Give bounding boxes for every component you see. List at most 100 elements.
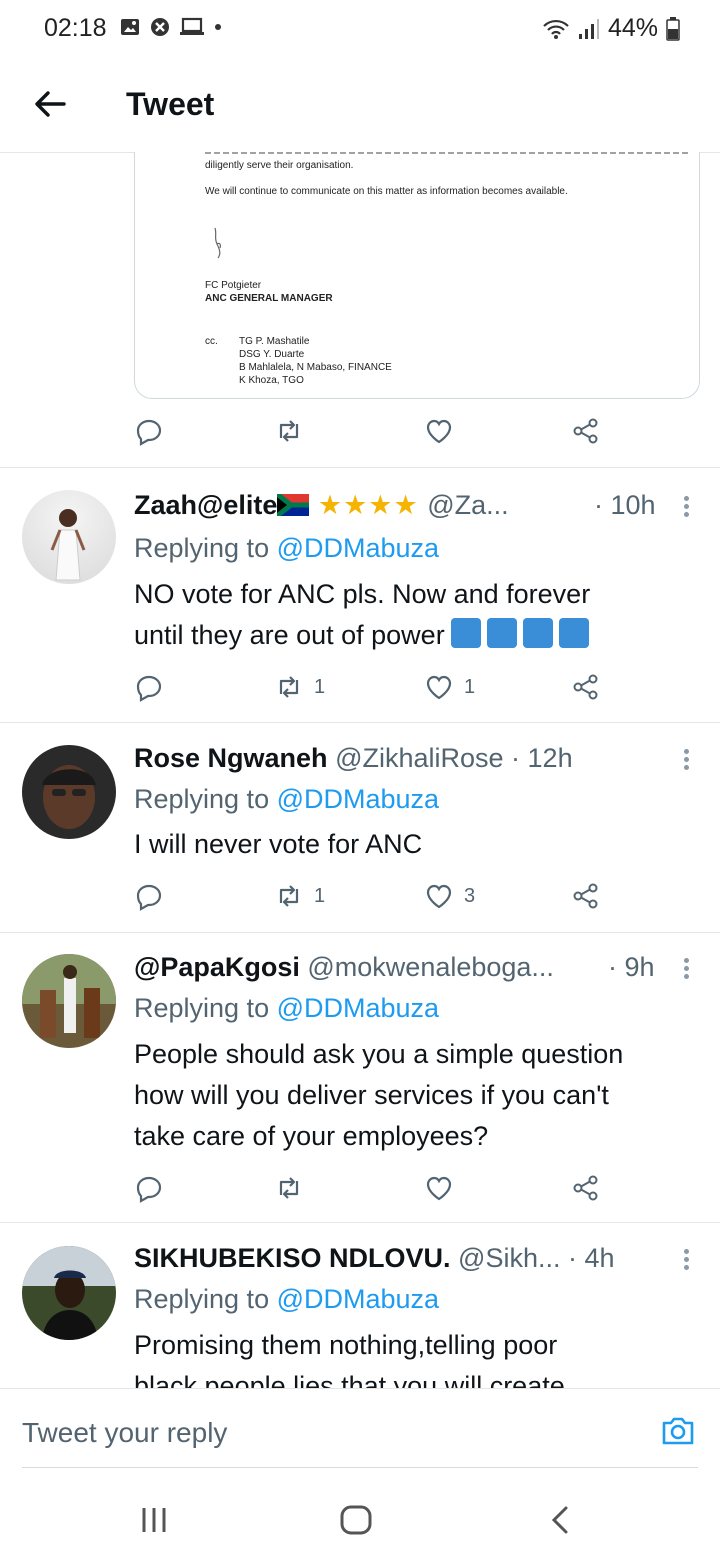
gallery-icon — [121, 19, 139, 35]
share-icon — [573, 1175, 598, 1201]
back-arrow-icon[interactable] — [30, 84, 70, 124]
replying-prefix: Replying to — [134, 784, 270, 814]
divider — [0, 467, 720, 468]
reply-button[interactable] — [134, 1173, 164, 1203]
reply-button[interactable] — [134, 416, 164, 446]
replying-prefix: Replying to — [134, 993, 270, 1023]
notification-icons — [120, 16, 222, 38]
more-icon[interactable] — [684, 1246, 690, 1273]
tweet-text-line: take care of your employees? — [134, 1121, 489, 1151]
share-icon — [573, 418, 598, 444]
replying-to: Replying to @DDMabuza — [134, 784, 439, 815]
share-icon — [573, 883, 598, 909]
share-button[interactable] — [571, 1173, 601, 1203]
wifi-icon — [543, 19, 569, 39]
like-button[interactable] — [424, 416, 454, 446]
avatar[interactable] — [22, 490, 116, 584]
recents-icon[interactable] — [134, 1500, 174, 1540]
like-icon — [426, 675, 452, 700]
display-name[interactable]: @PapaKgosi — [134, 952, 300, 982]
avatar-image — [42, 765, 96, 829]
doc-line: DSG Y. Duarte — [239, 349, 305, 360]
tweet-header: SIKHUBEKISO NDLOVU. @Sikh... · 4h — [134, 1243, 615, 1274]
replying-prefix: Replying to — [134, 533, 270, 563]
share-button[interactable] — [571, 881, 601, 911]
doc-line: ANC GENERAL MANAGER — [205, 293, 333, 304]
laptop-icon — [180, 17, 204, 35]
page-title: Tweet — [126, 86, 215, 122]
tweet-actions: 1 3 — [134, 881, 614, 915]
battery-percent: 44% — [607, 14, 658, 42]
like-count: 3 — [464, 884, 476, 907]
tweet-text-line: until they are out of power — [134, 620, 445, 650]
tweet-media-document[interactable]: diligently serve their organisation. We … — [134, 152, 700, 399]
ballot-emoji-icon — [486, 618, 517, 648]
tweet-actions — [134, 1173, 614, 1207]
replying-handle[interactable]: @DDMabuza — [277, 533, 439, 563]
handle[interactable]: @ZikhaliRose — [335, 743, 503, 773]
like-button[interactable] — [424, 1173, 454, 1203]
more-icon[interactable] — [684, 493, 690, 520]
replying-handle[interactable]: @DDMabuza — [277, 784, 439, 814]
doc-line: cc. — [205, 336, 218, 347]
tweet-time: · 10h — [594, 490, 656, 520]
retweet-button[interactable]: 1 — [274, 672, 325, 702]
tweet-actions — [134, 416, 614, 450]
doc-line: We will continue to communicate on this … — [205, 186, 568, 197]
share-button[interactable] — [571, 416, 601, 446]
display-name[interactable]: Zaah@elite — [134, 490, 277, 520]
like-count: 1 — [464, 675, 476, 698]
like-icon — [426, 884, 452, 909]
handle[interactable]: @Za... — [427, 490, 508, 520]
retweet-count: 1 — [314, 675, 326, 698]
replying-to: Replying to @DDMabuza — [134, 533, 439, 564]
sa-flag-icon — [275, 492, 310, 518]
retweet-button[interactable]: 1 — [274, 881, 325, 911]
retweet-icon — [279, 676, 299, 698]
reply-button[interactable] — [134, 881, 164, 911]
replying-handle[interactable]: @DDMabuza — [277, 1284, 439, 1314]
retweet-button[interactable] — [274, 1173, 304, 1203]
tweet-header: Rose Ngwaneh @ZikhaliRose · 12h — [134, 743, 573, 774]
display-name[interactable]: Rose Ngwaneh — [134, 743, 328, 773]
stars-emoji: ★★★★ — [309, 490, 428, 520]
home-icon[interactable] — [336, 1500, 376, 1540]
like-button[interactable]: 3 — [424, 881, 475, 911]
status-time: 02:18 — [44, 14, 107, 42]
more-icon[interactable] — [684, 955, 690, 982]
handle[interactable]: @Sikh... — [458, 1243, 560, 1273]
tweet-text-line: how will you deliver services if you can… — [134, 1080, 609, 1110]
tweet-time: · 12h — [511, 743, 573, 773]
shield-icon — [151, 18, 169, 36]
avatar-image — [50, 509, 86, 581]
back-icon[interactable] — [540, 1500, 580, 1540]
replying-to: Replying to @DDMabuza — [134, 1284, 439, 1315]
camera-icon[interactable] — [660, 1413, 696, 1449]
retweet-button[interactable] — [274, 416, 304, 446]
share-button[interactable] — [571, 672, 601, 702]
avatar[interactable] — [22, 745, 116, 839]
tweet-text-line: NO vote for ANC pls. Now and forever — [134, 579, 591, 609]
divider — [0, 722, 720, 723]
tweet-time: · 9h — [608, 952, 655, 982]
battery-icon — [666, 16, 680, 41]
avatar[interactable] — [22, 954, 116, 1048]
like-button[interactable]: 1 — [424, 672, 475, 702]
tweet-text-line: People should ask you a simple question — [134, 1039, 624, 1069]
replying-handle[interactable]: @DDMabuza — [277, 993, 439, 1023]
handle[interactable]: @mokwenaleboga... — [307, 952, 554, 982]
retweet-count: 1 — [314, 884, 326, 907]
retweet-icon — [279, 420, 299, 442]
more-icon[interactable] — [684, 746, 690, 773]
display-name[interactable]: SIKHUBEKISO NDLOVU. — [134, 1243, 451, 1273]
avatar[interactable] — [22, 1246, 116, 1340]
reply-input[interactable]: Tweet your reply — [22, 1417, 227, 1449]
avatar-image — [22, 1246, 116, 1340]
reply-button[interactable] — [134, 672, 164, 702]
divider — [0, 1222, 720, 1223]
reply-composer: Tweet your reply — [0, 1388, 720, 1477]
like-icon — [426, 1176, 452, 1201]
cropped-text-line — [205, 152, 689, 154]
doc-line: FC Potgieter — [205, 280, 262, 291]
app-bar: Tweet — [0, 60, 720, 153]
